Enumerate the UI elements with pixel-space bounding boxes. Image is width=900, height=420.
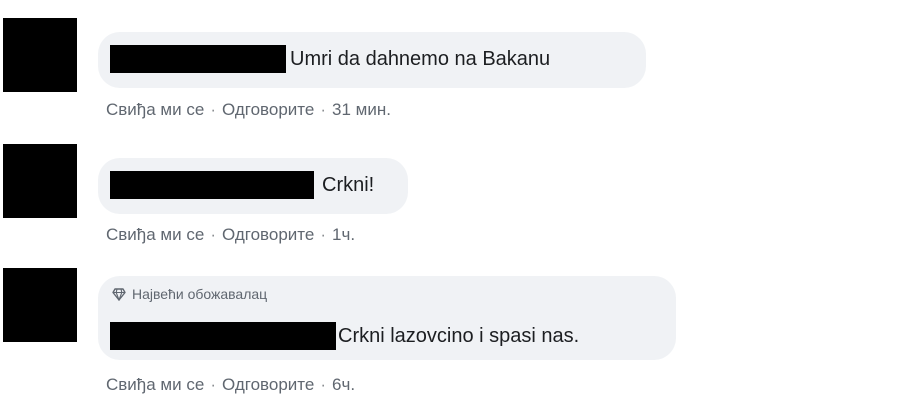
comment-text: Crkni!	[322, 174, 375, 196]
redacted-author-name	[110, 45, 286, 73]
separator: ·	[320, 225, 327, 244]
timestamp[interactable]: 31 мин.	[332, 100, 391, 120]
timestamp[interactable]: 6ч.	[332, 375, 355, 395]
comment-actions: Свиђа ми се · Одговорите · 1ч.	[106, 225, 355, 245]
comment-actions: Свиђа ми се · Одговорите · 6ч.	[106, 375, 355, 395]
comment-bubble: Највећи обожавалац Crkni lazovcino i spa…	[98, 276, 676, 360]
badge-label: Највећи обожавалац	[132, 286, 268, 302]
diamond-icon	[112, 288, 126, 302]
like-link[interactable]: Свиђа ми се	[106, 100, 204, 120]
separator: ·	[210, 375, 216, 394]
comment-bubble: Crkni!	[98, 158, 408, 214]
avatar[interactable]	[3, 268, 77, 342]
reply-link[interactable]: Одговорите	[222, 375, 314, 395]
redacted-author-name	[110, 322, 336, 350]
reply-link[interactable]: Одговорите	[222, 225, 314, 245]
redacted-author-name	[110, 171, 314, 199]
separator: ·	[210, 225, 216, 244]
avatar[interactable]	[3, 144, 77, 218]
avatar[interactable]	[3, 18, 77, 92]
top-fan-badge[interactable]: Највећи обожавалац	[112, 286, 267, 302]
comment-text: Crkni lazovcino i spasi nas.	[338, 325, 580, 347]
timestamp[interactable]: 1ч.	[332, 225, 355, 245]
comment-text: Umri da dahnemo na Bakanu	[290, 48, 551, 70]
separator: ·	[320, 375, 327, 394]
like-link[interactable]: Свиђа ми се	[106, 225, 204, 245]
like-link[interactable]: Свиђа ми се	[106, 375, 204, 395]
comment-bubble: Umri da dahnemo na Bakanu	[98, 32, 646, 88]
reply-link[interactable]: Одговорите	[222, 100, 314, 120]
separator: ·	[210, 100, 216, 119]
comment-actions: Свиђа ми се · Одговорите · 31 мин.	[106, 100, 391, 120]
separator: ·	[320, 100, 327, 119]
